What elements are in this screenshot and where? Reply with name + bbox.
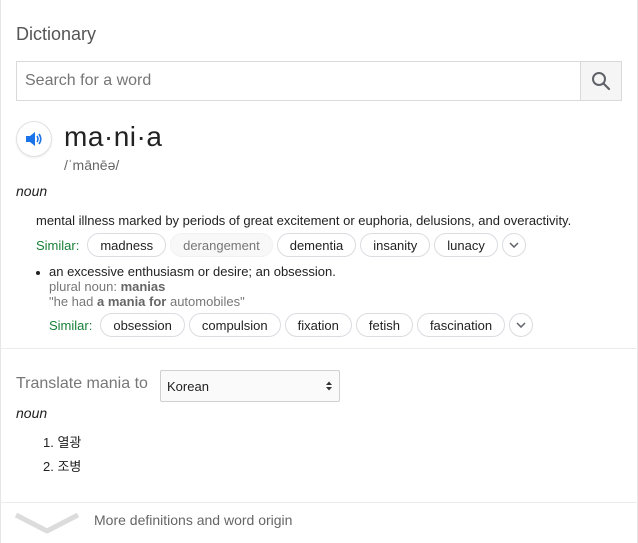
translation-item: 2. 조병 <box>43 459 82 474</box>
similar-chip-insanity[interactable]: insanity <box>360 233 431 257</box>
similar-chip-fixation[interactable]: fixation <box>284 313 352 337</box>
search-icon <box>592 72 611 91</box>
language-select[interactable]: Korean <box>160 370 340 402</box>
chevron-down-icon <box>516 322 526 328</box>
plural-form: manias <box>120 279 166 294</box>
similar-chip-lunacy[interactable]: lunacy <box>434 233 498 257</box>
similar-chip-fascination[interactable]: fascination <box>416 313 506 337</box>
widget-title: Dictionary <box>16 24 97 44</box>
expand-similar-button[interactable] <box>509 313 534 337</box>
headword: ma·ni·a <box>64 121 163 152</box>
example-pre: "he had <box>49 294 97 309</box>
similar-chip-madness[interactable]: madness <box>87 233 167 257</box>
select-arrows-icon <box>326 381 332 391</box>
divider <box>0 348 638 349</box>
similar-chip-obsession[interactable]: obsession <box>100 313 185 337</box>
plural-label: plural noun: <box>49 279 117 294</box>
similar-chip-derangement[interactable]: derangement <box>170 233 273 257</box>
language-select-value: Korean <box>167 378 209 394</box>
definition-2: an excessive enthusiasm or desire; an ob… <box>36 264 336 279</box>
speaker-icon <box>26 132 42 146</box>
search-box <box>16 61 622 101</box>
search-input[interactable] <box>17 62 580 100</box>
similar-row-2: Similar: obsession compulsion fixation f… <box>49 313 534 337</box>
similar-label: Similar: <box>36 237 80 253</box>
expand-similar-button[interactable] <box>501 233 526 257</box>
similar-row-1: Similar: madness derangement dementia in… <box>36 233 526 257</box>
more-definitions-label[interactable]: More definitions and word origin <box>94 512 292 528</box>
example-bold: a mania for <box>97 294 167 309</box>
phonetic: /ˈmānēə/ <box>64 157 120 173</box>
similar-chip-fetish[interactable]: fetish <box>355 313 413 337</box>
pronounce-button[interactable] <box>16 121 52 157</box>
chevron-down-icon <box>509 242 519 248</box>
example-sentence: "he had a mania for automobiles" <box>49 294 245 309</box>
translate-part-of-speech: noun <box>16 405 48 421</box>
similar-label: Similar: <box>49 317 93 333</box>
translate-label: Translate mania to <box>16 375 148 392</box>
bullet <box>36 270 40 275</box>
similar-chip-compulsion[interactable]: compulsion <box>188 313 281 337</box>
definition-1: mental illness marked by periods of grea… <box>36 213 572 228</box>
part-of-speech: noun <box>16 183 48 199</box>
similar-chip-dementia[interactable]: dementia <box>276 233 357 257</box>
definition-2-text: an excessive enthusiasm or desire; an ob… <box>49 264 336 279</box>
chevron-down-icon <box>14 512 80 534</box>
plural-info: plural noun: manias <box>49 279 165 294</box>
search-button[interactable] <box>580 62 621 100</box>
example-post: automobiles" <box>166 294 245 309</box>
translation-item: 1. 열광 <box>43 435 82 450</box>
